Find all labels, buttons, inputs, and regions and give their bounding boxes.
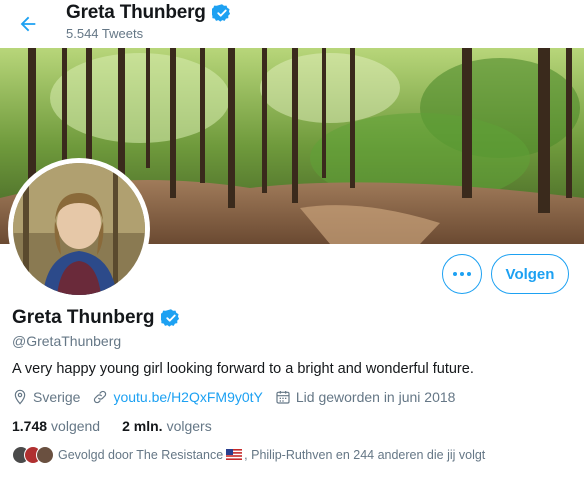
following-label: volgend — [51, 418, 101, 434]
header-name: Greta Thunberg — [66, 2, 206, 23]
followers-stat[interactable]: 2 mln. volgers — [122, 418, 212, 434]
website-item[interactable]: youtu.be/H2QxFM9y0tY — [92, 389, 263, 405]
following-stat[interactable]: 1.748 volgend — [12, 418, 100, 434]
calendar-icon — [276, 391, 290, 404]
joined-item: Lid geworden in juni 2018 — [275, 389, 456, 405]
followed-by-suffix: , Philip-Ruthven en 244 anderen die jij … — [244, 448, 486, 462]
follow-button[interactable]: Volgen — [491, 254, 569, 294]
verified-badge-icon — [211, 4, 230, 22]
followers-label: volgers — [166, 418, 212, 434]
header-title: Greta Thunberg — [66, 2, 232, 24]
us-flag-icon — [226, 448, 243, 460]
avatar-image — [13, 163, 145, 295]
top-bar: Greta Thunberg 5.544 Tweets — [0, 0, 584, 48]
profile-stats: 1.748 volgend 2 mln. volgers — [12, 418, 234, 434]
link-icon — [94, 390, 107, 404]
profile-handle: @GretaThunberg — [12, 333, 122, 349]
website-link[interactable]: youtu.be/H2QxFM9y0tY — [113, 389, 262, 405]
more-options-button[interactable] — [442, 254, 482, 294]
followed-by-row[interactable]: Gevolgd door The Resistance , Philip-Rut… — [12, 446, 485, 464]
location-pin-icon — [14, 389, 26, 405]
followed-by-prefix: Gevolgd door The Resistance — [58, 448, 224, 462]
profile-meta: Sverige youtu.be/H2QxFM9y0tY Lid geworde… — [12, 389, 467, 405]
joined-text: Lid geworden in juni 2018 — [295, 389, 456, 405]
more-dots-icon — [453, 272, 471, 276]
followers-count: 2 mln. — [122, 418, 163, 434]
verified-badge-icon — [160, 309, 179, 327]
following-count: 1.748 — [12, 418, 48, 434]
avatar — [36, 446, 54, 464]
profile-name: Greta Thunberg — [12, 307, 155, 328]
location-item: Sverige — [12, 389, 80, 405]
profile-avatar[interactable] — [8, 158, 150, 300]
tweet-count: 5.544 Tweets — [66, 26, 144, 41]
profile-bio: A very happy young girl looking forward … — [12, 361, 474, 377]
location-text: Sverige — [33, 389, 81, 405]
profile-name-row: Greta Thunberg — [12, 307, 181, 329]
follower-avatars — [12, 446, 54, 464]
arrow-left-icon — [20, 16, 36, 32]
back-button[interactable] — [14, 10, 42, 38]
